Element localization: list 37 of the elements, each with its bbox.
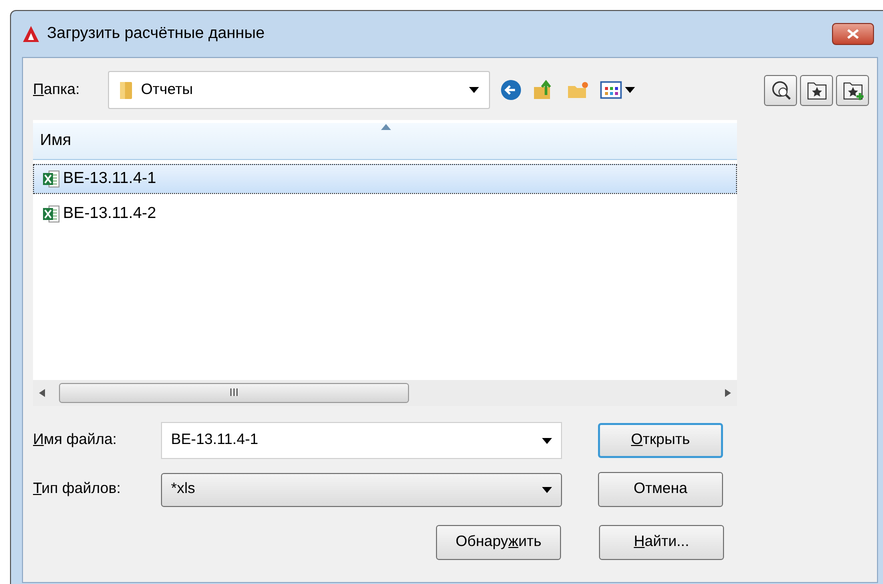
dialog-button[interactable]: Открыть xyxy=(598,423,723,458)
field-label: Имя файла: xyxy=(33,430,118,450)
toolbar-button[interactable] xyxy=(800,74,833,106)
folder-dropdown[interactable]: Отчеты xyxy=(108,71,490,109)
dropdown-arrow-icon[interactable] xyxy=(542,486,552,492)
view-grid-icon xyxy=(600,81,622,99)
file-row[interactable]: BE-13.11.4-1 xyxy=(33,164,737,194)
toolbar-button[interactable] xyxy=(764,74,797,106)
file-name-field[interactable]: BE-13.11.4-1 xyxy=(161,422,562,459)
column-header[interactable]: Имя xyxy=(33,123,737,160)
dropdown-arrow-icon[interactable] xyxy=(469,87,479,93)
toolbar-button[interactable] xyxy=(836,74,869,106)
horizontal-scrollbar[interactable]: III xyxy=(33,380,737,406)
dialog-button[interactable]: Отмена xyxy=(598,472,723,507)
dropdown-arrow-icon[interactable] xyxy=(542,438,552,444)
dropdown-arrow-icon[interactable] xyxy=(625,87,635,93)
sort-arrow-icon xyxy=(381,124,391,130)
file-type-dropdown[interactable]: *xls xyxy=(161,472,562,506)
search-web-icon xyxy=(770,79,792,101)
folder-label: Папка: xyxy=(33,80,81,100)
dialog-button[interactable]: Найти... xyxy=(599,525,724,560)
scroll-thumb[interactable]: III xyxy=(59,383,409,403)
folder-icon xyxy=(119,80,133,100)
close-icon xyxy=(847,29,859,39)
app-logo-icon xyxy=(22,25,40,43)
view-menu-button[interactable] xyxy=(600,81,635,99)
scroll-right-icon[interactable] xyxy=(725,389,731,397)
spreadsheet-file-icon xyxy=(42,170,60,188)
close-button[interactable] xyxy=(832,23,874,45)
spreadsheet-file-icon xyxy=(42,205,60,223)
folder-value: Отчеты xyxy=(141,80,193,100)
dialog-button[interactable]: Обнаружить xyxy=(436,525,561,560)
field-label: Тип файлов: xyxy=(33,479,122,500)
scroll-left-icon[interactable] xyxy=(39,389,45,397)
window-title: Загрузить расчётные данные xyxy=(47,24,265,44)
file-row[interactable]: BE-13.11.4-2 xyxy=(33,199,737,229)
back-icon[interactable] xyxy=(500,79,522,101)
